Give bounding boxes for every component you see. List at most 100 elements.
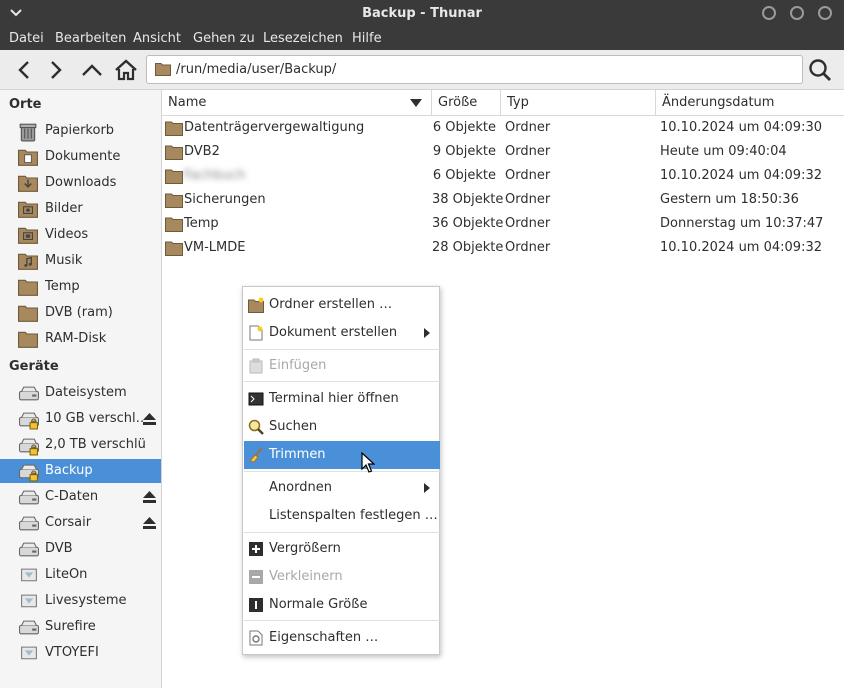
sidebar-place-bilder[interactable]: Bilder [0,197,161,221]
videos-folder-icon [18,227,38,244]
file-row[interactable]: DVB2 9 Objekte Ordner Heute um 09:40:04 [162,140,844,164]
forward-button[interactable] [42,56,70,84]
menu-item-vergr-ern[interactable]: Vergrößern [244,535,440,563]
sidebar-device-10-gb-verschl-[interactable]: 10 GB verschl… [0,407,161,431]
file-type: Ordner [505,216,551,231]
file-row[interactable]: Datenträgervergewaltigung 6 Objekte Ordner… [162,116,844,140]
sidebar-header-places: Orte [9,97,42,112]
broom-icon [249,447,263,463]
menu-item-dokument-erstellen[interactable]: Dokument erstellen [244,319,440,347]
file-date: 10.10.2024 um 04:09:30 [660,120,822,135]
sidebar-device-livesysteme[interactable]: Livesysteme [0,589,161,613]
menu-bearbeiten[interactable]: Bearbeiten [55,31,126,46]
sidebar-place-videos[interactable]: Videos [0,223,161,247]
sidebar-item-label: DVB [45,541,73,556]
zoom-out-icon [249,570,263,584]
minimize-button[interactable] [762,6,776,20]
menu-item-normale-gr-e[interactable]: Normale Größe [244,591,440,619]
column-header-type[interactable]: Typ [501,90,656,116]
menu-item-ordner-erstellen[interactable]: Ordner erstellen … [244,291,440,319]
menu-item-listenspalten-festlegen[interactable]: Listenspalten festlegen … [244,502,440,530]
menu-bar: Datei Bearbeiten Ansicht Gehen zu Leseze… [0,28,844,50]
maximize-button[interactable] [790,6,804,20]
up-arrow-icon [82,64,102,76]
file-date: 10.10.2024 um 04:09:32 [660,168,822,183]
home-button[interactable] [112,56,140,84]
folder-icon [165,193,183,208]
file-type: Ordner [505,168,551,183]
close-button[interactable] [818,6,832,20]
folder-icon [165,145,183,160]
column-header-name[interactable]: Name [162,90,432,116]
menu-item-label: Vergrößern [269,541,341,556]
back-arrow-icon [18,61,29,79]
forward-arrow-icon [51,61,62,79]
menu-separator [244,349,440,350]
sidebar-item-label: RAM-Disk [45,331,107,346]
sidebar-device-corsair[interactable]: Corsair [0,511,161,535]
file-row[interactable]: Fachbuch 6 Objekte Ordner 10.10.2024 um 04:… [162,164,844,188]
search-icon [248,419,264,435]
menu-item-label: Terminal hier öffnen [269,391,399,406]
file-name: VM-LMDE [184,240,246,255]
sidebar-device-2-0-tb-verschl-ss-[interactable]: 2,0 TB verschlüss… [0,433,161,457]
sidebar-device-backup[interactable]: Backup [0,459,161,483]
location-bar[interactable]: /run/media/user/Backup/ [146,55,803,84]
file-size: 36 Objekte [432,216,504,231]
sidebar-device-dateisystem[interactable]: Dateisystem [0,381,161,405]
menu-item-eigenschaften[interactable]: Eigenschaften … [244,624,440,652]
sidebar-place-dokumente[interactable]: Dokumente [0,145,161,169]
menu-datei[interactable]: Datei [9,31,44,46]
sidebar-place-papierkorb[interactable]: Papierkorb [0,119,161,143]
locked-drive-icon [19,438,39,456]
sidebar-device-liteon[interactable]: LiteOn [0,563,161,587]
eject-icon[interactable] [143,413,156,425]
menu-item-label: Anordnen [269,480,332,495]
file-row[interactable]: Sicherungen 38 Objekte Ordner Gestern um 18… [162,188,844,212]
column-header-size[interactable]: Größe [432,90,501,116]
drive-icon [19,516,39,531]
menu-item-trimmen[interactable]: Trimmen [244,441,440,469]
sidebar-item-label: Temp [45,279,80,294]
sidebar-place-dvb-ram-[interactable]: DVB (ram) [0,301,161,325]
folder-icon [18,279,38,296]
downloads-folder-icon [18,175,38,192]
file-row[interactable]: VM-LMDE 28 Objekte Ordner 10.10.2024 um 04:… [162,236,844,260]
menu-item-suchen[interactable]: Suchen [244,413,440,441]
sidebar-device-c-daten[interactable]: C-Daten [0,485,161,509]
usb-drive-icon [21,646,37,660]
menu-item-anordnen[interactable]: Anordnen [244,474,440,502]
search-button[interactable] [806,56,834,84]
sidebar-place-ram-disk[interactable]: RAM-Disk [0,327,161,351]
sidebar-place-musik[interactable]: Musik [0,249,161,273]
menu-ansicht[interactable]: Ansicht [133,31,181,46]
menu-lesezeichen[interactable]: Lesezeichen [263,31,343,46]
locked-drive-icon [19,412,39,430]
eject-icon[interactable] [143,491,156,503]
file-type: Ordner [505,192,551,207]
file-type: Ordner [505,240,551,255]
eject-icon[interactable] [143,517,156,529]
menu-item-label: Listenspalten festlegen … [269,508,438,523]
usb-drive-icon [21,568,37,582]
menu-gehen-zu[interactable]: Gehen zu [193,31,255,46]
menu-item-terminal-hier-ffnen[interactable]: Terminal hier öffnen [244,385,440,413]
menu-separator [244,381,440,382]
menu-hilfe[interactable]: Hilfe [352,31,382,46]
menu-item-label: Suchen [269,419,318,434]
mouse-cursor-icon [361,452,375,473]
properties-icon [249,630,263,646]
sidebar-item-label: Papierkorb [45,123,115,138]
file-name: Sicherungen [184,192,266,207]
file-row[interactable]: Temp 36 Objekte Ordner Donnerstag um 10:37:… [162,212,844,236]
sidebar-header-devices: Geräte [9,359,59,374]
sidebar-place-temp[interactable]: Temp [0,275,161,299]
sidebar-device-surefire[interactable]: Surefire [0,615,161,639]
parent-folder-button[interactable] [78,56,106,84]
sidebar-place-downloads[interactable]: Downloads [0,171,161,195]
column-header-date[interactable]: Änderungsdatum [656,90,844,116]
sidebar-device-vtoyefi[interactable]: VTOYEFI [0,641,161,665]
sidebar-device-dvb[interactable]: DVB [0,537,161,561]
back-button[interactable] [10,56,38,84]
new-document-icon [249,325,263,341]
